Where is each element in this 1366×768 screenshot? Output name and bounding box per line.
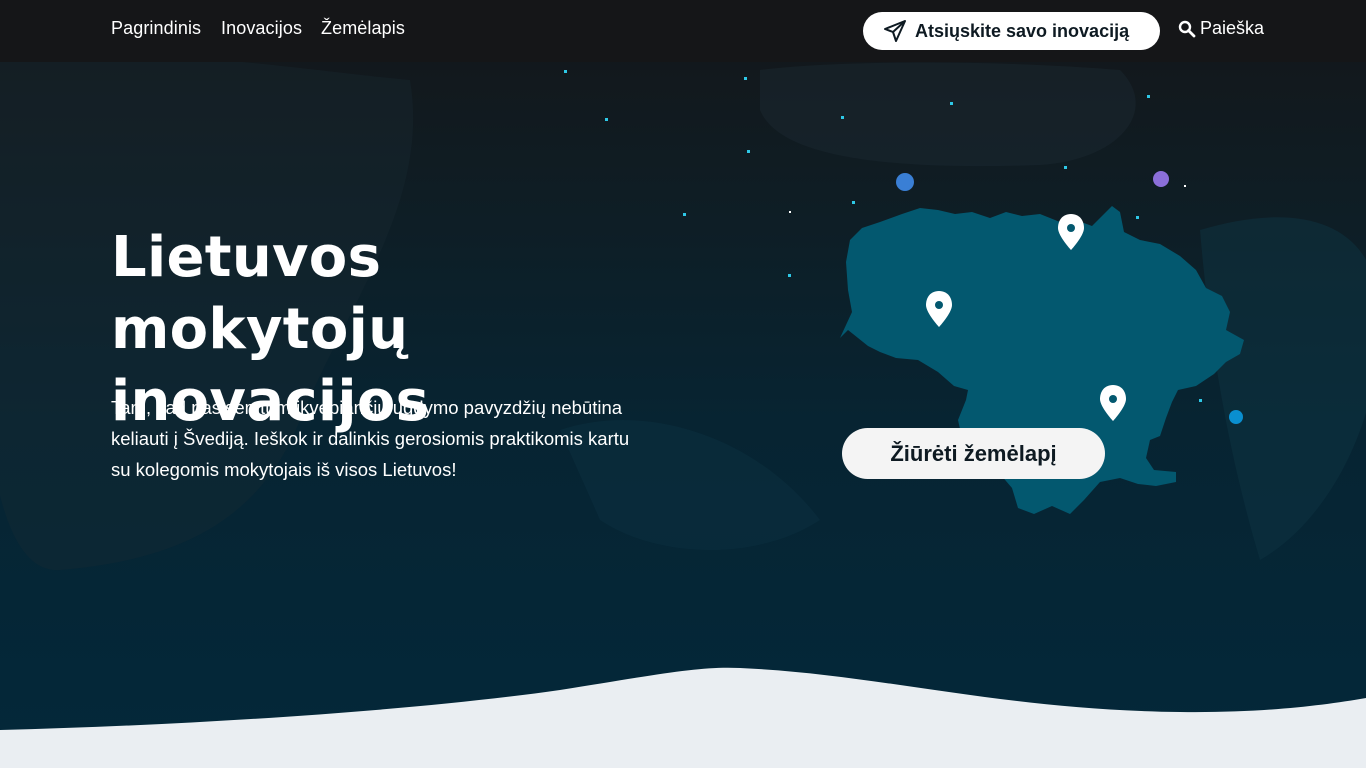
blue-dot <box>896 173 914 191</box>
hero-section: Pagrindinis Inovacijos Žemėlapis Atsiųsk… <box>0 0 1366 768</box>
view-map-button[interactable]: Žiūrėti žemėlapį <box>842 428 1105 479</box>
purple-dot <box>1153 171 1169 187</box>
bottom-wave <box>0 667 1366 768</box>
blue-dot-small <box>1229 410 1243 424</box>
